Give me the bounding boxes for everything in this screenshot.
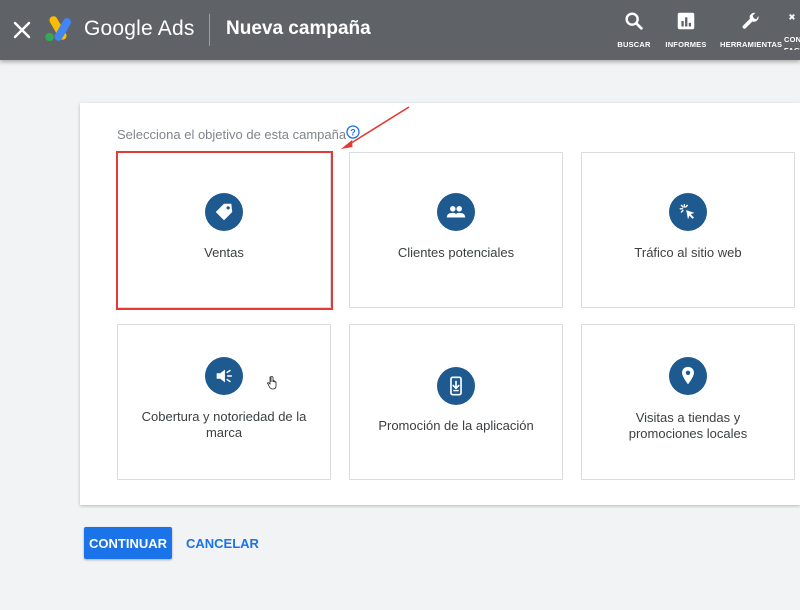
- billing-icon: [789, 13, 795, 20]
- tag-icon: [215, 203, 233, 221]
- google-ads-logo: [45, 16, 71, 42]
- phone-download-icon-circle: [437, 367, 475, 405]
- people-icon: [446, 206, 466, 218]
- brand-name: Google Ads: [84, 17, 195, 40]
- objective-tile-trafico[interactable]: Tráfico al sitio web: [581, 152, 795, 308]
- search-tool-button[interactable]: BUSCAR: [614, 10, 654, 50]
- svg-text:?: ?: [350, 127, 356, 137]
- search-icon: [625, 12, 643, 30]
- tile-label: Tráfico al sitio web: [634, 245, 742, 260]
- hand-cursor-icon: [267, 376, 277, 390]
- tag-icon-circle: [205, 193, 243, 231]
- people-icon-circle: [437, 193, 475, 231]
- click-cursor-icon-circle: [669, 193, 707, 231]
- tile-label: Visitas a tiendas y promociones locales: [628, 410, 748, 441]
- click-cursor-icon: [679, 203, 695, 220]
- cancel-button[interactable]: CANCELAR: [184, 527, 261, 559]
- page-title: Nueva campaña: [226, 18, 371, 39]
- close-icon[interactable]: [10, 18, 34, 42]
- location-pin-icon: [682, 366, 694, 385]
- billing-tool-button[interactable]: CON FACT: [784, 10, 800, 50]
- tools-tool-button[interactable]: HERRAMIENTAS: [720, 10, 782, 50]
- reports-tool-label: INFORMES: [665, 40, 707, 49]
- wrench-icon: [742, 12, 759, 29]
- tile-label: Clientes potenciales: [397, 245, 515, 260]
- megaphone-icon-circle: [205, 357, 243, 395]
- objective-prompt: Selecciona el objetivo de esta campaña: [117, 127, 347, 142]
- top-app-bar: Google Ads Nueva campaña BUSCAR INFORMES…: [0, 0, 800, 60]
- objective-tile-cobertura[interactable]: Cobertura y notoriedad de la marca: [117, 324, 331, 480]
- billing-tool-label: CON FACT: [784, 35, 800, 50]
- phone-download-icon: [450, 376, 462, 396]
- header-divider: [209, 14, 210, 46]
- megaphone-icon: [216, 369, 233, 383]
- objective-tile-promocion-aplicacion[interactable]: Promoción de la aplicación: [349, 324, 563, 480]
- location-pin-icon-circle: [669, 357, 707, 395]
- tools-tool-label: HERRAMIENTAS: [720, 40, 783, 49]
- reports-tool-button[interactable]: INFORMES: [664, 10, 708, 50]
- reports-icon: [677, 12, 695, 30]
- tile-label: Promoción de la aplicación: [378, 418, 534, 433]
- objective-tile-visitas-tiendas[interactable]: Visitas a tiendas y promociones locales: [581, 324, 795, 480]
- tile-label: Cobertura y notoriedad de la marca: [141, 409, 307, 440]
- search-tool-label: BUSCAR: [617, 40, 651, 49]
- tile-label: Ventas: [204, 245, 244, 260]
- help-icon[interactable]: ?: [346, 125, 360, 139]
- objective-tile-clientes-potenciales[interactable]: Clientes potenciales: [349, 152, 563, 308]
- continue-button[interactable]: CONTINUAR: [84, 527, 172, 559]
- objective-tile-ventas[interactable]: Ventas: [117, 152, 331, 308]
